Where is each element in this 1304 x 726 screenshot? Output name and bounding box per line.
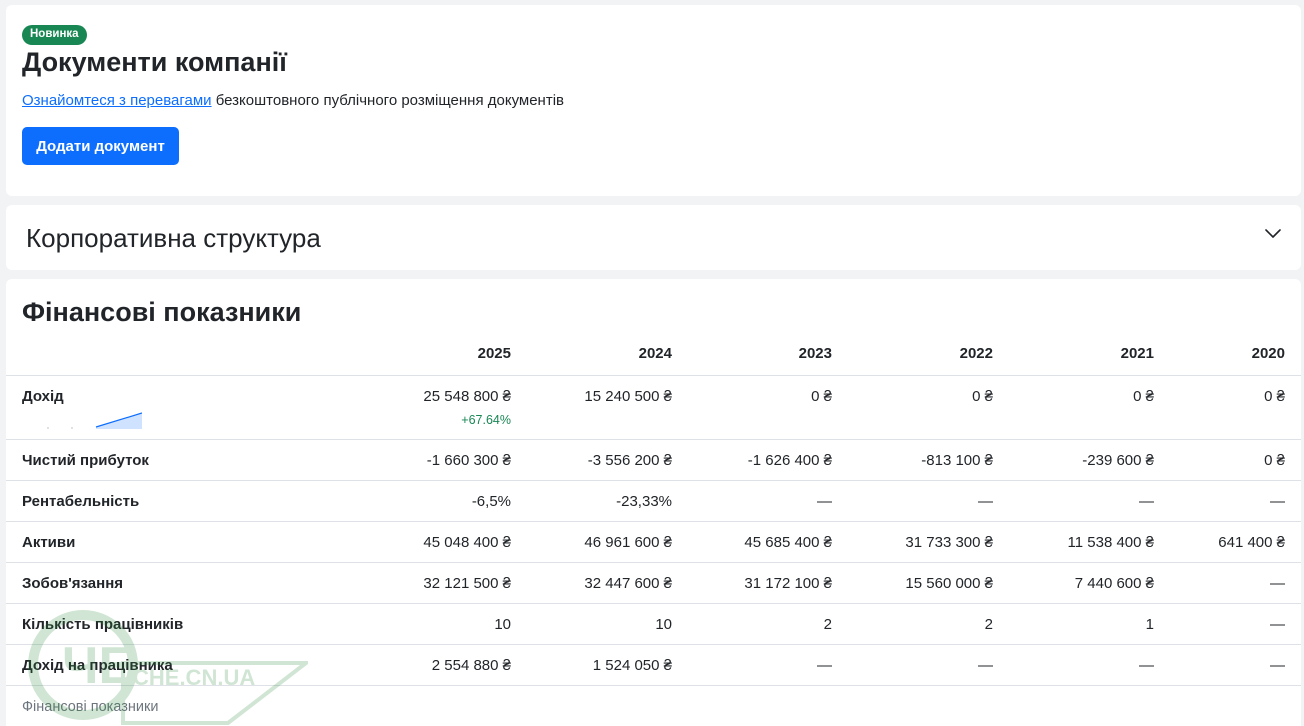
value-cell: 31 172 100 ₴ [688, 562, 848, 604]
table-row-liabilities: Зобов'язання 32 121 500 ₴ 32 447 600 ₴ 3… [6, 562, 1301, 604]
value-cell: — [848, 480, 1009, 522]
row-label: Рентабельність [6, 480, 356, 522]
benefits-link[interactable]: Ознайомтеся з перевагами [22, 92, 212, 109]
value-cell: 31 733 300 ₴ [848, 521, 1009, 563]
row-label-text: Дохід [22, 388, 64, 405]
new-badge: Новинка [22, 25, 87, 45]
row-label: Чистий прибуток [6, 439, 356, 481]
table-row-income: Дохід 25 548 800 ₴ +67.64% 15 240 500 ₴ … [6, 375, 1301, 440]
table-row-assets: Активи 45 048 400 ₴ 46 961 600 ₴ 45 685 … [6, 521, 1301, 563]
value-cell: — [688, 480, 848, 522]
header-label-cell [6, 331, 356, 376]
value-cell: -239 600 ₴ [1009, 439, 1170, 481]
value-cell: 0 ₴ [1009, 375, 1170, 440]
revenue-sparkline [47, 412, 142, 429]
growth-indicator: +67.64% [461, 413, 511, 427]
value-text: 25 548 800 ₴ [423, 388, 511, 405]
value-cell: 2 [848, 603, 1009, 645]
table-row-employees: Кількість працівників 10 10 2 2 1 — [6, 603, 1301, 645]
value-cell: 0 ₴ [1170, 375, 1301, 440]
value-cell: — [848, 644, 1009, 686]
row-label: Кількість працівників [6, 603, 356, 645]
value-cell: — [1170, 603, 1301, 645]
value-cell: -6,5% [356, 480, 527, 522]
documents-subtitle-text: безкоштовного публічного розміщення доку… [211, 92, 565, 109]
value-cell: 641 400 ₴ [1170, 521, 1301, 563]
value-cell: 10 [527, 603, 688, 645]
year-header: 2023 [688, 331, 848, 376]
row-label: Дохід [6, 375, 356, 440]
value-cell: 1 524 050 ₴ [527, 644, 688, 686]
value-cell: 45 685 400 ₴ [688, 521, 848, 563]
row-label: Активи [6, 521, 356, 563]
value-cell: — [1009, 644, 1170, 686]
value-cell: — [1170, 480, 1301, 522]
value-cell: 0 ₴ [848, 375, 1009, 440]
corporate-structure-title[interactable]: Корпоративна структура [26, 223, 321, 254]
value-cell: 2 554 880 ₴ [356, 644, 527, 686]
year-header: 2020 [1170, 331, 1301, 376]
value-cell: 0 ₴ [1170, 439, 1301, 481]
documents-subtitle: Ознайомтеся з перевагами безкоштовного п… [22, 92, 564, 109]
value-cell: 15 240 500 ₴ [527, 375, 688, 440]
financial-table: 2025 2024 2023 2022 2021 2020 Дохід 25 5… [6, 331, 1301, 686]
value-cell: 15 560 000 ₴ [848, 562, 1009, 604]
value-cell: 1 [1009, 603, 1170, 645]
year-header: 2022 [848, 331, 1009, 376]
corporate-structure-accordion[interactable]: Корпоративна структура [6, 205, 1301, 270]
value-cell: — [1170, 644, 1301, 686]
value-cell: -813 100 ₴ [848, 439, 1009, 481]
value-cell: 10 [356, 603, 527, 645]
value-cell: — [1170, 562, 1301, 604]
row-label: Дохід на працівника [6, 644, 356, 686]
table-row-profitability: Рентабельність -6,5% -23,33% — — — — [6, 480, 1301, 522]
year-header: 2025 [356, 331, 527, 376]
documents-title: Документи компанії [22, 47, 287, 77]
value-cell: — [1009, 480, 1170, 522]
financial-indicators-title: Фінансові показники [22, 297, 302, 327]
financial-indicators-card: Фінансові показники 2025 2024 2023 2022 … [6, 279, 1301, 726]
table-row-revenue-per-employee: Дохід на працівника 2 554 880 ₴ 1 524 05… [6, 644, 1301, 686]
value-cell: 7 440 600 ₴ [1009, 562, 1170, 604]
value-cell: 32 447 600 ₴ [527, 562, 688, 604]
year-header: 2021 [1009, 331, 1170, 376]
value-cell: 46 961 600 ₴ [527, 521, 688, 563]
value-cell: -1 660 300 ₴ [356, 439, 527, 481]
year-header-row: 2025 2024 2023 2022 2021 2020 [6, 331, 1301, 376]
value-cell: 25 548 800 ₴ +67.64% [356, 375, 527, 440]
year-header: 2024 [527, 331, 688, 376]
value-cell: -23,33% [527, 480, 688, 522]
value-cell: -1 626 400 ₴ [688, 439, 848, 481]
value-cell: 11 538 400 ₴ [1009, 521, 1170, 563]
chevron-down-icon[interactable] [1263, 223, 1283, 243]
value-cell: -3 556 200 ₴ [527, 439, 688, 481]
table-caption: Фінансові показники [22, 699, 159, 715]
value-cell: 0 ₴ [688, 375, 848, 440]
value-cell: 2 [688, 603, 848, 645]
add-document-button[interactable]: Додати документ [22, 127, 179, 165]
value-cell: 32 121 500 ₴ [356, 562, 527, 604]
table-row-net-profit: Чистий прибуток -1 660 300 ₴ -3 556 200 … [6, 439, 1301, 481]
documents-card: Новинка Документи компанії Ознайомтеся з… [6, 5, 1301, 196]
value-cell: 45 048 400 ₴ [356, 521, 527, 563]
row-label: Зобов'язання [6, 562, 356, 604]
value-cell: — [688, 644, 848, 686]
